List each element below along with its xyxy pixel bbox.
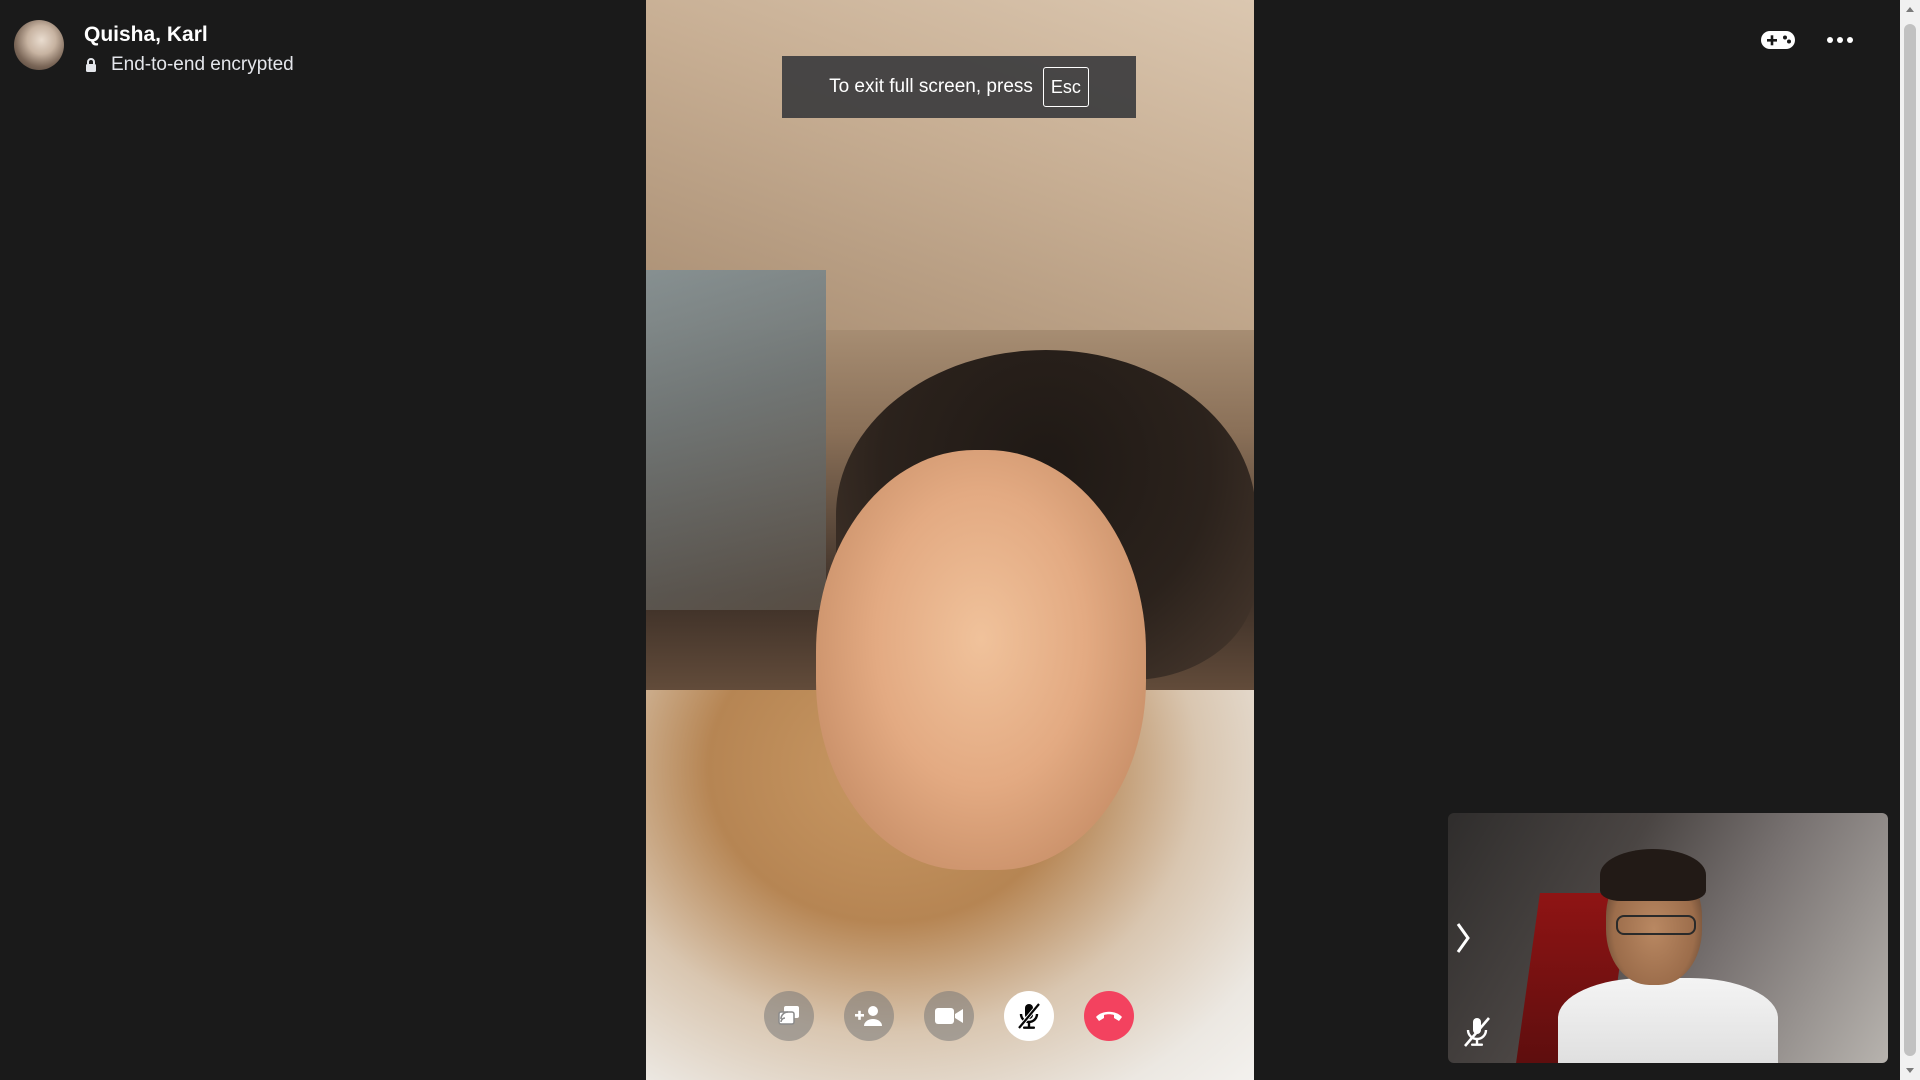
share-screen-button[interactable]: [764, 991, 814, 1041]
video-person-face: [816, 450, 1146, 870]
collapse-chevron-icon[interactable]: [1454, 921, 1472, 955]
add-person-icon: [855, 1006, 882, 1026]
add-person-button[interactable]: [844, 991, 894, 1041]
lock-icon: [86, 58, 96, 72]
toast-message: To exit full screen, press: [829, 76, 1033, 97]
caller-name: Quisha, Karl: [84, 23, 208, 46]
encryption-status: End-to-end encrypted: [84, 52, 294, 78]
video-background-window: [646, 270, 826, 610]
end-call-button[interactable]: [1084, 991, 1134, 1041]
caller-header: Quisha, Karl End-to-end encrypted: [14, 20, 294, 78]
caller-info: Quisha, Karl End-to-end encrypted: [84, 20, 294, 78]
scroll-up-arrow-icon[interactable]: [1904, 4, 1916, 16]
mute-button[interactable]: [1004, 991, 1054, 1041]
camera-button[interactable]: [924, 991, 974, 1041]
more-options-icon: [1827, 37, 1853, 43]
scrollbar-thumb[interactable]: [1904, 24, 1916, 1056]
phone-hangup-icon: [1096, 1011, 1122, 1021]
encryption-label: End-to-end encrypted: [111, 54, 294, 75]
exit-fullscreen-toast: To exit full screen, press Esc: [782, 56, 1136, 118]
video-camera-icon: [935, 1008, 963, 1024]
self-video-glasses: [1616, 915, 1696, 935]
scroll-down-arrow-icon[interactable]: [1904, 1064, 1916, 1076]
mic-muted-icon: [1017, 1002, 1041, 1030]
more-options-button[interactable]: [1822, 26, 1858, 54]
gamepad-icon: [1761, 31, 1795, 49]
call-controls: [764, 991, 1134, 1041]
video-call-screen: Quisha, Karl End-to-end encrypted To exi…: [0, 0, 1920, 1080]
self-video-hair: [1600, 849, 1706, 901]
remote-video-feed[interactable]: [646, 0, 1254, 1080]
self-mic-muted-icon: [1464, 1017, 1490, 1047]
gamepad-button[interactable]: [1760, 26, 1796, 54]
page-scrollbar[interactable]: [1900, 0, 1920, 1080]
top-actions: [1760, 26, 1858, 54]
caller-avatar[interactable]: [14, 20, 64, 70]
esc-key-badge: Esc: [1042, 67, 1089, 107]
self-video-preview[interactable]: [1448, 813, 1888, 1063]
share-screen-icon: [778, 1006, 799, 1025]
self-video-shirt: [1558, 978, 1778, 1063]
